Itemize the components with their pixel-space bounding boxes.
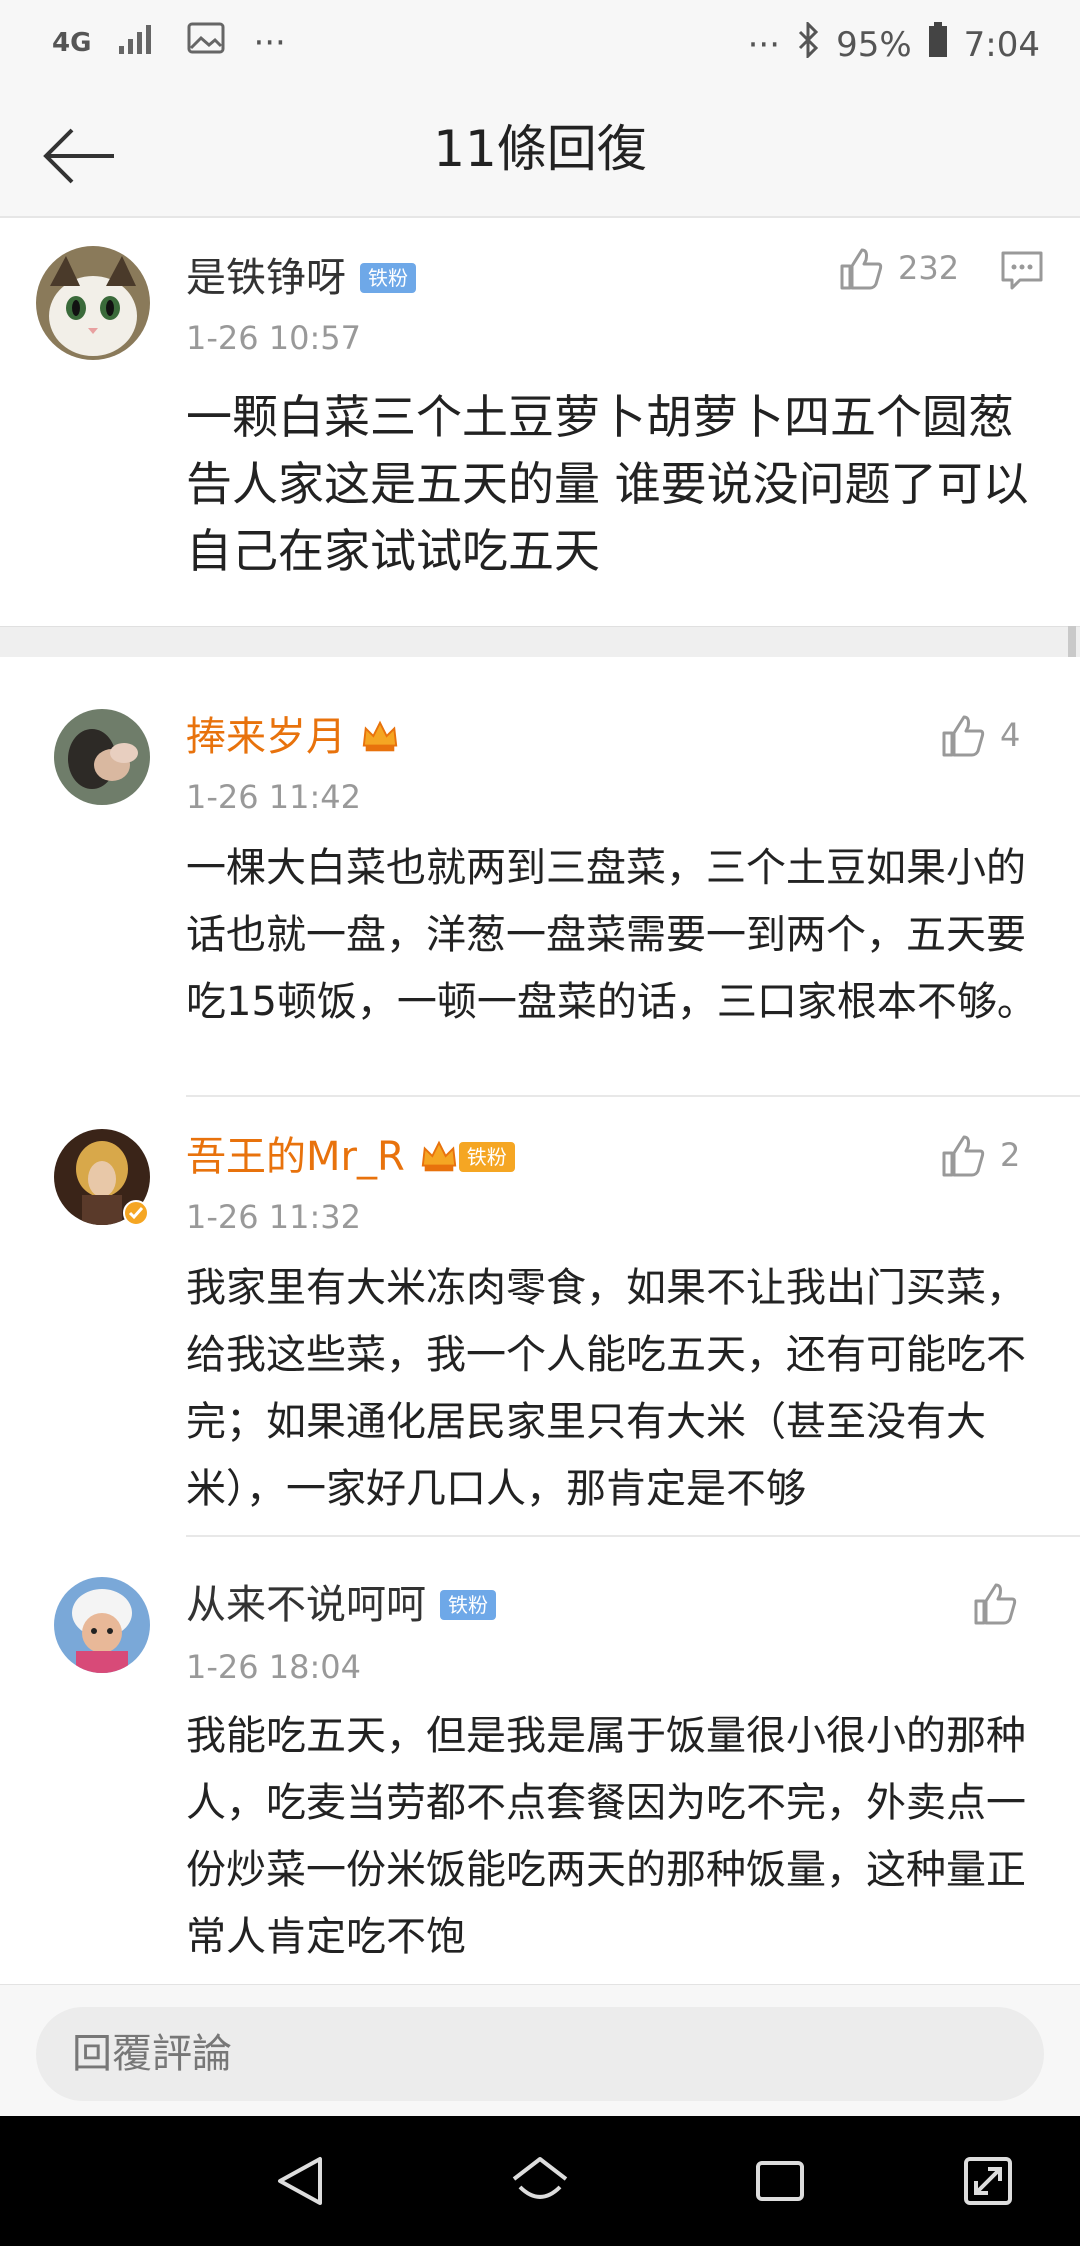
page-title: 11條回復 bbox=[433, 120, 647, 178]
like-button[interactable]: 232 bbox=[838, 246, 959, 290]
thumbs-up-icon bbox=[942, 1135, 985, 1177]
like-count: 232 bbox=[898, 249, 960, 287]
commenter-name-text: 从来不说呵呵 bbox=[186, 1582, 426, 1628]
nav-home-icon bbox=[512, 2157, 568, 2199]
like-button[interactable]: 2 bbox=[940, 1133, 1020, 1177]
status-right: ··· 95% 7:04 bbox=[747, 20, 1040, 67]
commenter-name-text: 是铁铮呀 bbox=[186, 255, 346, 301]
expand-icon bbox=[964, 2157, 1012, 2205]
battery-icon bbox=[928, 22, 948, 67]
reply-input[interactable]: 回覆評論 bbox=[36, 2007, 1044, 2101]
comment-time: 1-26 18:04 bbox=[186, 1648, 362, 1686]
fan-badge: 铁粉 bbox=[440, 1590, 496, 1620]
avatar[interactable] bbox=[36, 246, 150, 360]
main-comment: 是铁铮呀 铁粉 1-26 10:57 232 一颗白菜三个土豆萝卜胡萝卜四五个圆… bbox=[0, 218, 1080, 626]
nav-recents-icon bbox=[756, 2161, 804, 2201]
nav-expand-button[interactable] bbox=[956, 2149, 1020, 2213]
comment-time: 1-26 11:32 bbox=[186, 1198, 362, 1236]
status-left: 4G ··· bbox=[52, 22, 286, 63]
bluetooth-icon bbox=[796, 20, 820, 67]
crown-vip-icon bbox=[362, 720, 398, 752]
like-button[interactable]: 4 bbox=[940, 713, 1020, 757]
network-type: 4G bbox=[52, 27, 92, 58]
more-status-icon: ··· bbox=[253, 22, 286, 63]
comment-bubble-icon bbox=[1001, 251, 1043, 290]
commenter-name-text: 捧来岁月 bbox=[186, 714, 346, 760]
commenter-name[interactable]: 从来不说呵呵 铁粉 bbox=[186, 1579, 496, 1631]
verified-badge-icon bbox=[123, 1200, 149, 1226]
comments-list[interactable]: 是铁铮呀 铁粉 1-26 10:57 232 一颗白菜三个土豆萝卜胡萝卜四五个圆… bbox=[0, 218, 1080, 1983]
comment-time: 1-26 10:57 bbox=[186, 319, 362, 357]
nav-recents-button[interactable] bbox=[748, 2149, 812, 2213]
thumbs-up-icon bbox=[974, 1583, 1017, 1625]
nav-back-icon bbox=[278, 2157, 322, 2205]
clock: 7:04 bbox=[963, 24, 1040, 65]
like-button[interactable] bbox=[972, 1581, 1032, 1625]
image-icon bbox=[187, 22, 225, 63]
section-separator bbox=[0, 626, 1080, 657]
status-bar: 4G ··· ··· 95% 7:04 bbox=[0, 0, 1080, 90]
crown-vip-icon bbox=[421, 1140, 457, 1172]
like-count: 4 bbox=[1000, 716, 1021, 754]
fan-badge: 铁粉 bbox=[458, 1142, 515, 1172]
comment-content: 我能吃五天，但是我是属于饭量很小很小的那种人，吃麦当劳都不点套餐因为吃不完，外卖… bbox=[186, 1713, 1026, 1960]
nav-back-button[interactable] bbox=[268, 2149, 332, 2213]
reply-comment-button[interactable] bbox=[1000, 250, 1044, 294]
signal-icon bbox=[119, 22, 159, 63]
commenter-name[interactable]: 捧来岁月 bbox=[186, 711, 400, 763]
reply-item: 捧来岁月 1-26 11:42 4 一棵大白菜也就两到三盘菜，三个土豆如果小的话… bbox=[0, 657, 1080, 1097]
commenter-name-text: 吾王的Mr_R bbox=[186, 1134, 405, 1180]
avatar[interactable] bbox=[54, 709, 150, 805]
reply-bar: 回覆評論 bbox=[0, 1984, 1080, 2117]
more-status-right-icon: ··· bbox=[747, 24, 781, 65]
avatar[interactable] bbox=[54, 1577, 150, 1673]
system-nav-bar bbox=[0, 2116, 1080, 2246]
thumbs-up-icon bbox=[840, 248, 883, 290]
comment-content: 一棵大白菜也就两到三盘菜，三个土豆如果小的话也就一盘，洋葱一盘菜需要一到两个，五… bbox=[186, 845, 1037, 1025]
commenter-name[interactable]: 吾王的Mr_R 铁粉 bbox=[186, 1131, 515, 1183]
reply-item: 从来不说呵呵 铁粉 1-26 18:04 我能吃五天，但是我是属于饭量很小很小的… bbox=[0, 1537, 1080, 1983]
reply-item: 吾王的Mr_R 铁粉 1-26 11:32 2 我家里有大米冻肉零食，如果不让我… bbox=[0, 1097, 1080, 1537]
comment-content: 我家里有大米冻肉零食，如果不让我出门买菜，给我这些菜，我一个人能吃五天，还有可能… bbox=[186, 1265, 1026, 1512]
thumbs-up-icon bbox=[942, 715, 985, 757]
battery-percent: 95% bbox=[836, 24, 912, 65]
fan-badge: 铁粉 bbox=[360, 263, 416, 293]
commenter-name[interactable]: 是铁铮呀 铁粉 bbox=[186, 252, 416, 304]
comment-time: 1-26 11:42 bbox=[186, 778, 362, 816]
like-count: 2 bbox=[1000, 1136, 1021, 1174]
header-bar: 11條回復 bbox=[0, 90, 1080, 218]
crown-fan-badge: 铁粉 bbox=[419, 1137, 515, 1177]
nav-home-button[interactable] bbox=[508, 2149, 572, 2213]
comment-content: 一颗白菜三个土豆萝卜胡萝卜四五个圆葱 告人家这是五天的量 谁要说没问题了可以自己… bbox=[186, 390, 1029, 578]
